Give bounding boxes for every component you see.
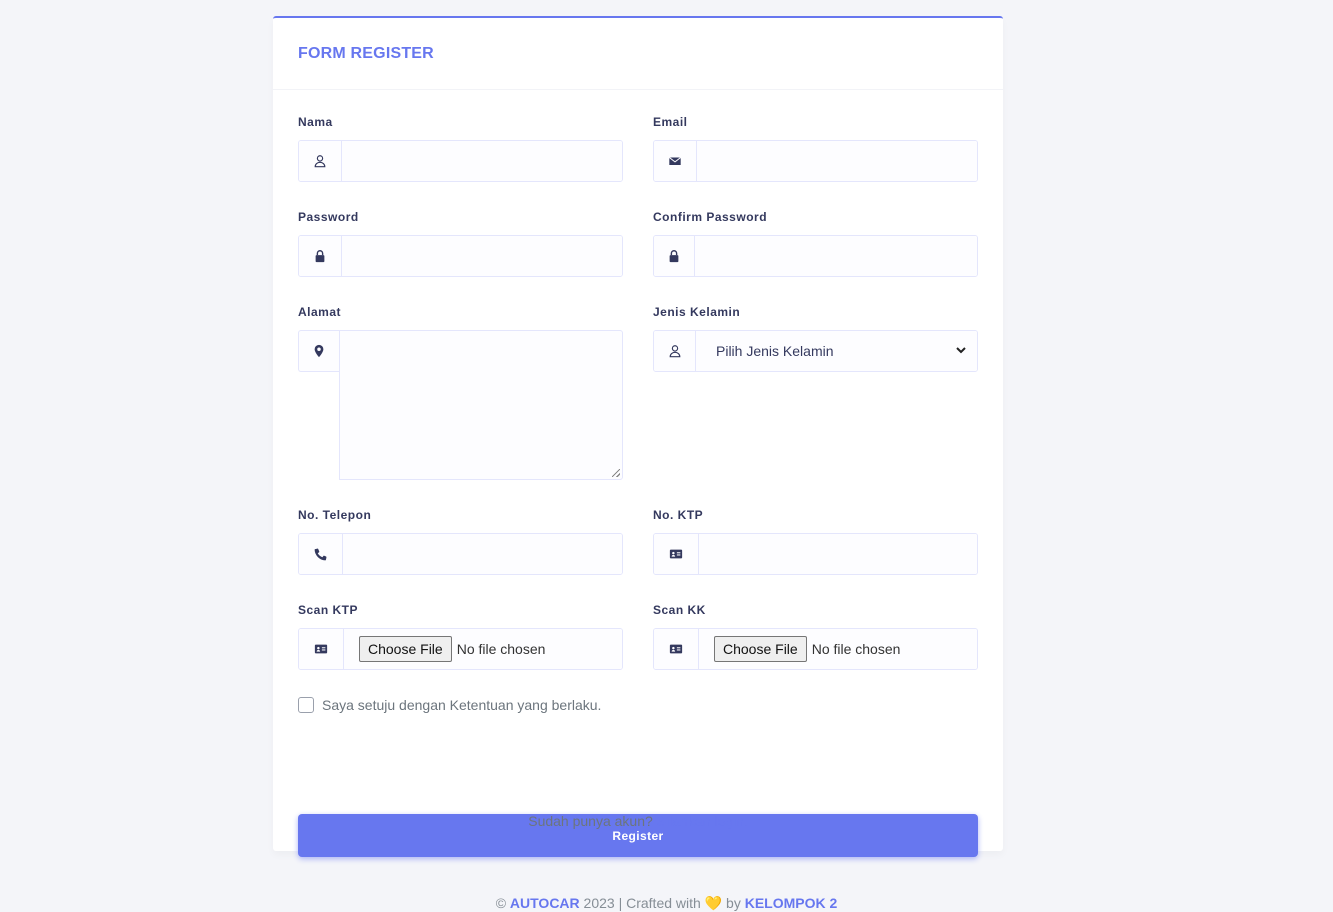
ktp-input-group <box>653 533 978 575</box>
jenis-kelamin-field: Jenis Kelamin Pilih Jenis Kelamin <box>653 304 978 372</box>
nama-field: Nama <box>298 114 623 182</box>
copyright-symbol: © <box>495 895 507 911</box>
telepon-label: No. Telepon <box>298 508 372 522</box>
user-icon <box>299 141 342 181</box>
login-link[interactable]: Silahkan login. <box>657 813 748 829</box>
scan-kk-label: Scan KK <box>653 603 706 617</box>
phone-icon <box>299 534 343 574</box>
login-prompt: Sudah punya akun? Silahkan login. <box>273 813 1003 829</box>
map-marker-icon <box>298 330 339 372</box>
chevron-down-icon <box>955 343 967 359</box>
lock-icon <box>299 236 342 276</box>
login-prompt-text: Sudah punya akun? <box>528 813 653 829</box>
telepon-input[interactable] <box>343 534 622 574</box>
register-card: FORM REGISTER Nama Email Password Confir… <box>273 16 1003 857</box>
nama-input[interactable] <box>342 141 622 181</box>
scan-kk-field: Scan KK Choose File No file chosen <box>653 602 978 670</box>
choose-file-button[interactable]: Choose File <box>359 636 452 662</box>
email-input[interactable] <box>697 141 977 181</box>
heart-icon: 💛 <box>704 895 723 911</box>
telepon-field: No. Telepon <box>298 507 623 575</box>
password-field: Password <box>298 209 623 277</box>
ktp-field: No. KTP <box>653 507 978 575</box>
id-card-icon <box>654 534 699 574</box>
footer-by: by <box>726 895 741 911</box>
lock-icon <box>654 236 695 276</box>
jenis-kelamin-label: Jenis Kelamin <box>653 305 741 319</box>
ktp-input[interactable] <box>699 534 977 574</box>
user-icon <box>654 331 696 371</box>
scan-ktp-label: Scan KTP <box>298 603 359 617</box>
footer: © AUTOCAR 2023 | Crafted with 💛 by KELOM… <box>0 895 1333 912</box>
card-header: FORM REGISTER <box>273 18 1003 90</box>
jenis-kelamin-input-group: Pilih Jenis Kelamin <box>653 330 978 372</box>
confirm-password-field: Confirm Password <box>653 209 978 277</box>
resize-handle[interactable] <box>612 469 620 477</box>
form-title: FORM REGISTER <box>298 44 434 62</box>
password-label: Password <box>298 210 359 224</box>
choose-file-button[interactable]: Choose File <box>714 636 807 662</box>
team-name[interactable]: KELOMPOK 2 <box>745 895 838 911</box>
scan-kk-input-group: Choose File No file chosen <box>653 628 978 670</box>
password-input[interactable] <box>342 236 622 276</box>
agreement-checkbox[interactable] <box>298 697 314 713</box>
telepon-input-group <box>298 533 623 575</box>
scan-ktp-file-input[interactable]: Choose File No file chosen <box>344 629 622 669</box>
confirm-password-input[interactable] <box>695 236 977 276</box>
alamat-input-group <box>298 330 623 480</box>
id-card-icon <box>299 629 344 669</box>
nama-input-group <box>298 140 623 182</box>
ktp-label: No. KTP <box>653 508 704 522</box>
scan-ktp-input-group: Choose File No file chosen <box>298 628 623 670</box>
alamat-field: Alamat <box>298 304 623 480</box>
agreement-label[interactable]: Saya setuju dengan Ketentuan yang berlak… <box>322 697 601 713</box>
email-label: Email <box>653 115 688 129</box>
nama-label: Nama <box>298 115 333 129</box>
footer-year-text: 2023 | Crafted with <box>583 895 701 911</box>
file-status: No file chosen <box>811 641 901 657</box>
id-card-icon <box>654 629 699 669</box>
alamat-textarea[interactable] <box>339 330 623 480</box>
brand-name[interactable]: AUTOCAR <box>510 895 580 911</box>
scan-kk-file-input[interactable]: Choose File No file chosen <box>699 629 977 669</box>
confirm-password-label: Confirm Password <box>653 210 768 224</box>
jenis-kelamin-selected: Pilih Jenis Kelamin <box>716 343 834 359</box>
password-input-group <box>298 235 623 277</box>
email-input-group <box>653 140 978 182</box>
envelope-icon <box>654 141 697 181</box>
email-field: Email <box>653 114 978 182</box>
scan-ktp-field: Scan KTP Choose File No file chosen <box>298 602 623 670</box>
file-status: No file chosen <box>456 641 546 657</box>
jenis-kelamin-select[interactable]: Pilih Jenis Kelamin <box>696 331 977 371</box>
agreement-row: Saya setuju dengan Ketentuan yang berlak… <box>298 697 601 713</box>
alamat-label: Alamat <box>298 305 342 319</box>
confirm-password-input-group <box>653 235 978 277</box>
